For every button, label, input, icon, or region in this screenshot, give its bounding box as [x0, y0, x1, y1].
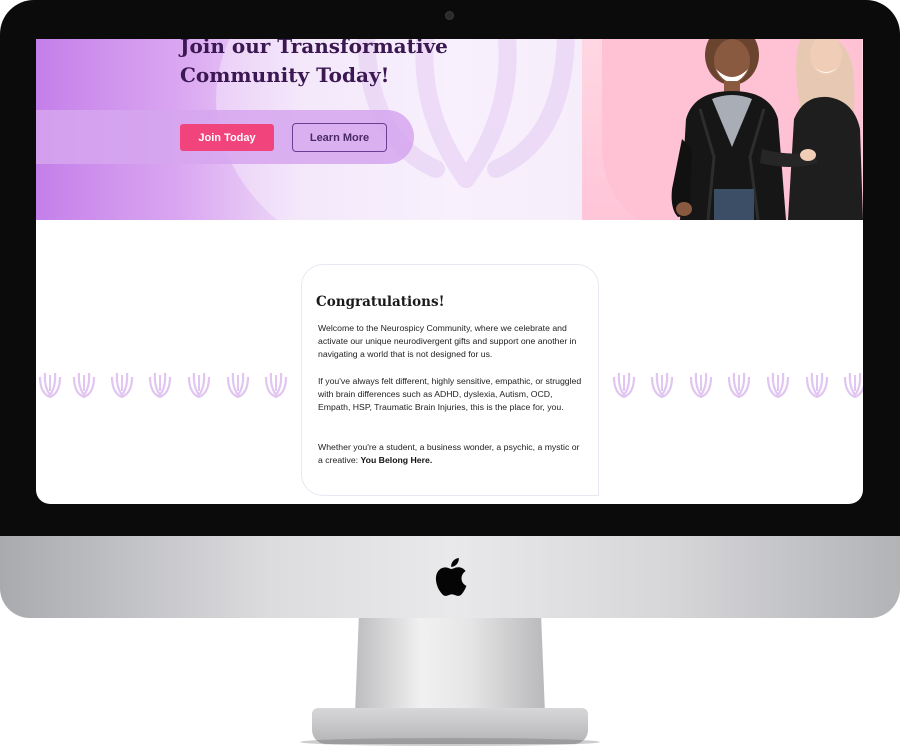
join-today-button[interactable]: Join Today: [180, 124, 274, 151]
two-women-photo: [671, 39, 863, 220]
learn-more-button[interactable]: Learn More: [292, 123, 387, 152]
lotus-pattern-left: [36, 367, 296, 401]
screen: Join our Transformative Community Today!…: [36, 39, 863, 504]
card-paragraph-2: If you've always felt different, highly …: [318, 376, 582, 412]
camera-icon: [446, 12, 453, 19]
card-title: Congratulations!: [316, 294, 445, 310]
lotus-pattern-right: [610, 367, 863, 401]
hero-photo: [582, 39, 863, 220]
hero-title-line2: Community Today!: [180, 63, 390, 87]
you-belong-here-text: You Belong Here.: [360, 455, 433, 465]
imac-mockup: Join our Transformative Community Today!…: [0, 0, 900, 746]
apple-logo-icon: [435, 558, 467, 596]
welcome-card: Congratulations! Welcome to the Neurospi…: [301, 264, 599, 496]
lotus-pattern-icon: [38, 371, 288, 399]
hero-title-line1: Join our Transformative: [180, 39, 448, 58]
lotus-pattern-icon: [612, 371, 863, 399]
card-paragraph-3-text: Whether you're a student, a business won…: [318, 442, 580, 465]
card-paragraph-1: Welcome to the Neurospicy Community, whe…: [318, 323, 577, 359]
card-paragraph-3: Whether you're a student, a business won…: [318, 441, 586, 467]
stand-shadow: [300, 738, 600, 746]
monitor-stand-neck: [355, 618, 545, 714]
hero-title: Join our Transformative Community Today!: [180, 39, 500, 90]
